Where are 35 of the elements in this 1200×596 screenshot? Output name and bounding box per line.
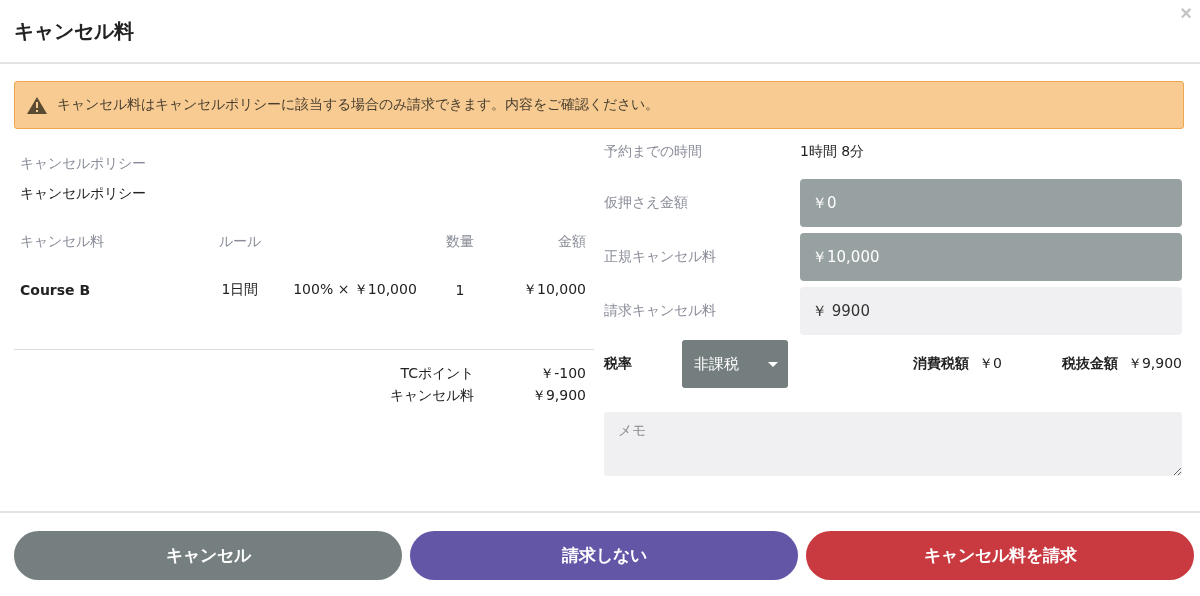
field-label: 正規キャンセル料 [604, 248, 717, 266]
time-label: 予約までの時間 [604, 143, 703, 161]
column-header: 数量 [445, 233, 475, 251]
column-header: 金額 [557, 233, 587, 251]
net-amount-value: ￥9,900 [1127, 355, 1182, 373]
action-button[interactable]: 請求しない [410, 531, 798, 580]
policy-label: キャンセルポリシー [20, 155, 147, 173]
table-cell-text: ￥10,000 [522, 281, 587, 299]
field-label: 仮押さえ金額 [604, 194, 689, 212]
total-label: キャンセル料 [389, 386, 474, 405]
dialog-title: キャンセル料 [14, 17, 134, 45]
table-cell-text: 1 [454, 282, 466, 298]
action-button[interactable]: キャンセル [14, 531, 402, 580]
table-cell-text: 1日間 [220, 281, 260, 299]
tax-label: 税率 [604, 355, 633, 373]
tax-amount-label: 消費税額 [913, 355, 969, 373]
table-cell-text: 100% × ￥10,000 [292, 281, 418, 299]
caret-icon [768, 361, 778, 367]
column-header: ルール [218, 233, 262, 251]
action-button[interactable]: キャンセル料を請求 [806, 531, 1194, 580]
warning-icon [27, 96, 47, 114]
column-header: キャンセル料 [19, 233, 105, 251]
net-amount-label: 税抜金額 [1061, 355, 1118, 373]
table-cell-text: Course B [19, 282, 92, 298]
alert-text: キャンセル料はキャンセルポリシーに該当する場合のみ請求できます。内容をご確認ください。 [57, 96, 659, 114]
total-value: ￥9,900 [530, 386, 587, 405]
time-value: 1時間 8分 [800, 143, 865, 161]
input-field[interactable]: ￥ 9900 [800, 287, 1182, 335]
memo-field[interactable]: メモ [604, 412, 1182, 476]
policy-value: キャンセルポリシー [20, 185, 147, 203]
tax-amount-value: ￥0 [979, 355, 1002, 373]
field-label: 請求キャンセル料 [604, 302, 717, 320]
total-value: ￥-100 [539, 364, 587, 383]
total-label: TCポイント [399, 364, 474, 383]
tax-select[interactable]: 非課税 [682, 340, 788, 388]
